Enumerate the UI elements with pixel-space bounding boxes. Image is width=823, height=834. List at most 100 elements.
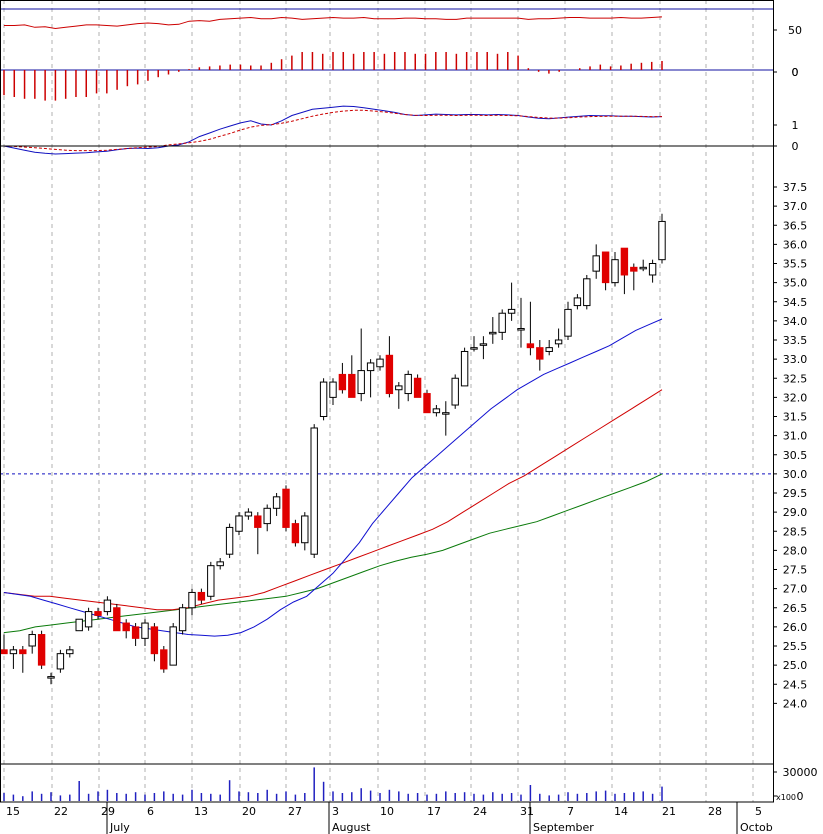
candle-body [592, 255, 600, 272]
candle-body [620, 247, 629, 276]
candle-body [451, 377, 459, 406]
candle-body [385, 354, 394, 395]
vertical-grid [3, 0, 754, 802]
candle-body [564, 308, 572, 337]
candle-body [19, 649, 27, 655]
candle-body [160, 649, 168, 670]
candle-body [573, 297, 582, 307]
price-tick-label: 36.5 [783, 219, 808, 232]
candle-body [28, 634, 36, 647]
candle-body [611, 259, 619, 284]
x-day-label: 5 [755, 805, 762, 818]
candle-body [216, 561, 224, 567]
price-panel [0, 213, 773, 685]
x-day-label: 21 [662, 805, 676, 818]
price-tick-label: 31.5 [783, 411, 808, 424]
x-month-label: Octob [740, 821, 773, 834]
x-month-label: August [332, 821, 371, 834]
price-tick-label: 30.0 [783, 468, 808, 481]
panel-frames [0, 0, 774, 803]
volume-multiplier-label: x100 [776, 793, 796, 802]
price-tick-label: 27.0 [783, 583, 808, 596]
macd-signal-line [3, 109, 662, 152]
candle-body [338, 373, 347, 391]
x-day-label: 14 [614, 805, 628, 818]
price-tick-label: 25.0 [783, 659, 808, 672]
candle-body [178, 607, 187, 632]
candle-body [9, 649, 18, 655]
candle-body [319, 381, 328, 418]
x-day-label: 22 [54, 805, 68, 818]
candle-body [630, 266, 638, 272]
candle-body [37, 634, 46, 666]
candle-body [94, 611, 102, 616]
moving-average-blue [3, 318, 663, 637]
price-tick-label: 31.0 [783, 430, 808, 443]
candle-body [197, 591, 206, 601]
candle-body [84, 611, 93, 628]
macd-tick-label: 1 [792, 119, 799, 132]
candle-body [517, 328, 525, 331]
price-tick-label: 29.5 [783, 487, 808, 500]
candle-body [545, 347, 553, 352]
candle-body [141, 622, 149, 639]
macd-line [3, 105, 663, 155]
y-axis-labels: 50 0 0 1 0 37.5 37.0 36.5 36.0 35.5 35.0 34.5 34.0 33… [773, 24, 818, 803]
histogram-tick-label: 0 [792, 66, 799, 79]
x-axis: 15 22 29 6 13 20 27 3 10 17 24 31 7 14 21 28 5 July August… [6, 802, 773, 834]
x-day-label: 31 [520, 805, 534, 818]
candle-body [291, 523, 300, 544]
candle-body [489, 331, 497, 335]
candle-body [348, 373, 356, 398]
price-tick-label: 37.5 [783, 181, 808, 194]
x-day-label: 6 [147, 805, 154, 818]
price-tick-label: 27.5 [783, 564, 808, 577]
volume-panel [3, 767, 663, 801]
x-day-label: 17 [427, 805, 441, 818]
price-tick-label: 28.5 [783, 525, 808, 538]
histogram-panel [3, 52, 663, 101]
moving-average-red [3, 389, 663, 611]
candle-body [423, 393, 431, 414]
candle-body [282, 488, 290, 528]
x-day-label: 28 [708, 805, 722, 818]
x-day-label: 24 [473, 805, 487, 818]
candle-body [554, 339, 563, 345]
candle-body [150, 626, 159, 655]
x-month-label: July [109, 821, 130, 834]
candle-body [254, 515, 262, 528]
candle-body [507, 308, 516, 314]
x-day-label: 13 [194, 805, 208, 818]
candle-body [272, 496, 281, 509]
candle-body [583, 278, 591, 307]
candle-body [366, 362, 375, 372]
candle-body [0, 649, 8, 655]
candle-body [479, 343, 488, 346]
volume-tick-label: 30000 [783, 766, 818, 779]
price-tick-label: 34.0 [783, 315, 808, 328]
price-tick-label: 33.5 [783, 334, 808, 347]
x-day-label: 10 [380, 805, 394, 818]
candle-body [113, 607, 121, 632]
candle-body [301, 515, 309, 544]
candle-body [188, 591, 196, 609]
rsi-tick-label: 50 [788, 24, 802, 37]
candle-body [225, 526, 234, 555]
candle-body [658, 220, 666, 261]
candle-body [460, 350, 469, 387]
x-day-label: 15 [6, 805, 20, 818]
candle-body [329, 381, 337, 398]
price-tick-label: 32.0 [783, 391, 808, 404]
candle-body [648, 263, 657, 276]
price-tick-label: 25.5 [783, 640, 808, 653]
price-tick-label: 24.5 [783, 678, 808, 691]
candle-body [404, 373, 412, 395]
candle-body [235, 515, 243, 532]
candle-body [413, 377, 422, 398]
price-tick-label: 24.0 [783, 697, 808, 710]
candle-body [122, 622, 130, 632]
price-tick-label: 33.0 [783, 353, 808, 366]
candle-body [432, 408, 441, 414]
candle-body [169, 626, 177, 666]
x-day-label: 7 [567, 805, 574, 818]
